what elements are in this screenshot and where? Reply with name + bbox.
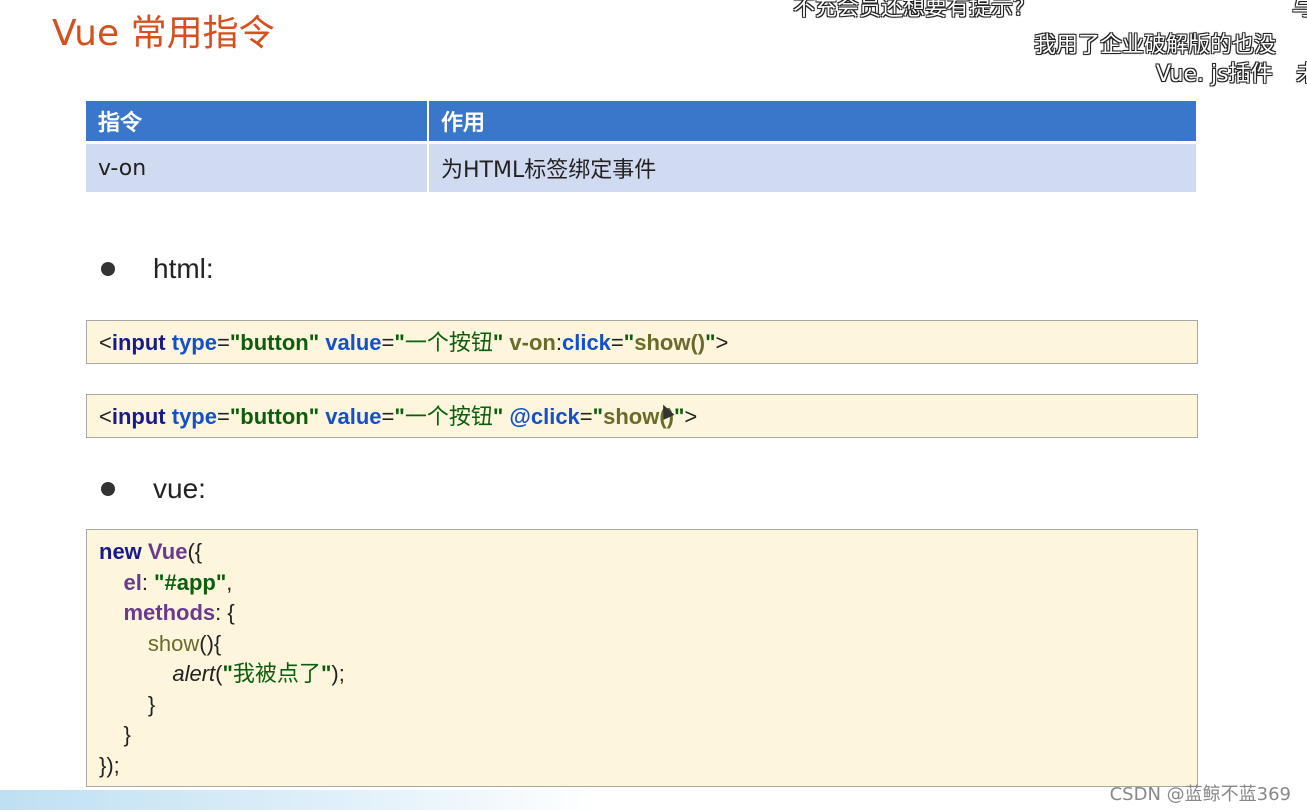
code-token: } — [147, 691, 156, 717]
code-token: new — [99, 539, 142, 564]
code-token: = — [381, 404, 395, 429]
code-token: input — [111, 330, 166, 355]
code-line: } — [99, 690, 1197, 721]
code-token: " — [623, 330, 635, 355]
code-block-html-shorthand: <input type="button" value="一个按钮" @click… — [86, 394, 1198, 438]
bullet-label: vue: — [153, 473, 206, 504]
code-token: " — [394, 330, 405, 355]
danmaku-comment: 我用了企业破解版的也没 — [1034, 33, 1277, 58]
code-token: type — [171, 330, 217, 355]
code-line: show(){ — [99, 629, 1197, 660]
code-token: : { — [215, 600, 235, 625]
code-block-html-von: <input type="button" value="一个按钮" v-on:c… — [86, 320, 1198, 364]
code-token: show — [147, 630, 200, 656]
code-token: " — [222, 661, 233, 686]
code-token: @click — [509, 404, 580, 429]
bottom-decoration — [0, 790, 600, 810]
code-token: " — [320, 661, 332, 686]
table-row: v-on 为HTML标签绑定事件 — [86, 141, 1198, 192]
code-token: = — [217, 404, 230, 429]
code-token: , — [226, 569, 233, 595]
code-token: "button" — [229, 330, 320, 355]
code-token: show() — [634, 330, 706, 355]
code-token: value — [325, 330, 382, 355]
code-token: = — [217, 330, 230, 355]
watermark: CSDN @蓝鲸不蓝369 — [1109, 784, 1291, 805]
code-line: } — [99, 720, 1197, 751]
code-token: > — [715, 330, 729, 355]
code-token: 我被点了 — [232, 662, 321, 687]
directive-table: 指令 作用 v-on 为HTML标签绑定事件 — [86, 101, 1198, 192]
code-line: }); — [99, 751, 1197, 782]
code-token: input — [111, 404, 166, 429]
code-token: (){ — [199, 630, 222, 656]
code-line: el: "#app", — [99, 568, 1197, 599]
code-token: = — [610, 330, 624, 355]
code-token: " — [492, 330, 504, 355]
code-token: type — [171, 404, 217, 429]
code-token: Vue — [147, 539, 188, 564]
code-token: ({ — [187, 539, 203, 564]
code-token: " — [394, 404, 405, 429]
code-token: ); — [331, 661, 345, 686]
code-line: new Vue({ — [99, 537, 1197, 568]
code-token: > — [684, 404, 698, 429]
code-token: 一个按钮 — [404, 405, 493, 430]
danmaku-comment: 未 — [1296, 56, 1307, 88]
bullet-label: html: — [153, 253, 214, 284]
code-block-vue: new Vue({ el: "#app", methods: { show(){… — [86, 529, 1198, 787]
code-token: value — [325, 404, 382, 429]
code-token: = — [381, 330, 395, 355]
code-token: alert — [172, 661, 216, 686]
code-token: click — [561, 330, 611, 355]
table-header-cell: 指令 — [86, 101, 429, 143]
code-token: "#app" — [154, 569, 227, 595]
code-token: } — [123, 722, 131, 747]
table-cell: 为HTML标签绑定事件 — [428, 141, 1198, 192]
code-token: " — [492, 404, 504, 429]
code-token: " — [673, 404, 685, 429]
code-token: }); — [99, 752, 120, 778]
code-token: " — [705, 330, 716, 355]
bullet-dot-icon — [101, 262, 115, 276]
code-line: alert("我被点了"); — [99, 659, 1197, 690]
bullet-item: html: — [101, 253, 214, 285]
code-token: v-on — [509, 330, 556, 355]
table-header-cell: 作用 — [428, 101, 1198, 143]
code-line: methods: { — [99, 598, 1197, 629]
code-token: "button" — [229, 404, 320, 429]
code-token: " — [592, 404, 604, 429]
code-token: = — [579, 404, 593, 429]
code-token: < — [99, 404, 112, 429]
code-token: methods — [123, 600, 216, 625]
bullet-dot-icon — [101, 482, 115, 496]
table-cell: v-on — [86, 141, 429, 192]
code-token: : — [141, 569, 155, 595]
danmaku-comment: 不充会员还想要有提示？ — [793, 0, 1036, 21]
table-header-row: 指令 作用 — [86, 101, 1198, 143]
code-token: el — [123, 569, 142, 595]
code-token: 一个按钮 — [404, 331, 493, 356]
danmaku-comment: 与 — [1292, 0, 1307, 21]
code-token: < — [99, 330, 112, 355]
danmaku-comment: Vue. js插件 — [1156, 62, 1273, 87]
page-title: Vue 常用指令 — [52, 13, 275, 54]
bullet-item: vue: — [101, 473, 206, 505]
